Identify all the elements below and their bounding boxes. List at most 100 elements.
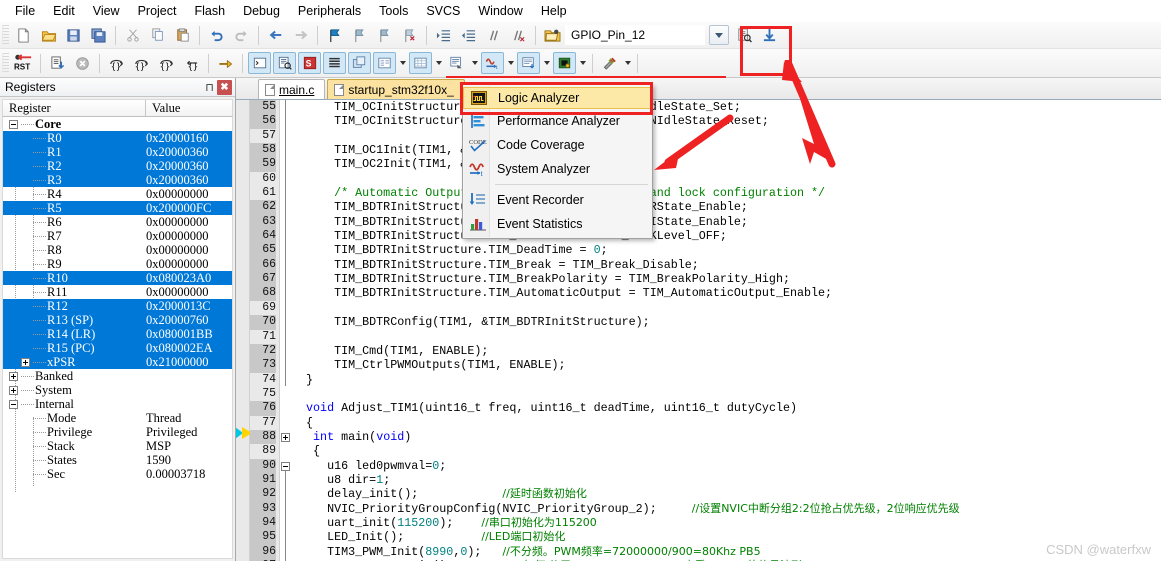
table-row[interactable]: R0 0x20000160	[3, 131, 232, 145]
toolbox-icon[interactable]	[598, 52, 621, 74]
copy-icon[interactable]	[146, 24, 169, 46]
table-row[interactable]: Sec 0.00003718	[3, 467, 232, 481]
table-row[interactable]: R2 0x20000360	[3, 159, 232, 173]
navigate-forward-icon[interactable]	[289, 24, 312, 46]
command-window-icon[interactable]	[248, 52, 271, 74]
table-row[interactable]: R8 0x00000000	[3, 243, 232, 257]
menu-item-peripherals[interactable]: Peripherals	[289, 2, 370, 20]
table-row[interactable]: R4 0x00000000	[3, 187, 232, 201]
column-header-register[interactable]: Register	[3, 100, 146, 116]
bookmark-clear-icon[interactable]	[398, 24, 421, 46]
run-to-cursor-icon[interactable]: {}	[180, 52, 203, 74]
menu-item-edit[interactable]: Edit	[44, 2, 84, 20]
collapse-icon-core[interactable]	[9, 119, 18, 129]
menu-item-tools[interactable]: Tools	[370, 2, 417, 20]
registers-group-banked[interactable]: Banked	[3, 369, 232, 383]
expand-icon-banked[interactable]	[9, 371, 18, 381]
table-row[interactable]: R3 0x20000360	[3, 173, 232, 187]
table-row[interactable]: R6 0x00000000	[3, 215, 232, 229]
menu-item-event-recorder[interactable]: Event Recorder	[463, 188, 652, 212]
table-row[interactable]: R1 0x20000360	[3, 145, 232, 159]
watch-window-dropdown-icon[interactable]	[397, 52, 408, 74]
disassembly-icon[interactable]	[273, 52, 296, 74]
chevron-down-icon[interactable]	[709, 25, 729, 45]
collapse-icon-internal[interactable]	[9, 399, 18, 409]
table-row[interactable]: R9 0x00000000	[3, 257, 232, 271]
menu-item-project[interactable]: Project	[129, 2, 186, 20]
bookmark-gutter[interactable]	[236, 100, 252, 561]
menu-item-event-statistics[interactable]: Event Statistics	[463, 212, 652, 236]
bookmark-toggle-icon[interactable]	[323, 24, 346, 46]
table-row[interactable]: R11 0x00000000	[3, 285, 232, 299]
pin-icon[interactable]: ⊓	[202, 80, 217, 95]
menu-item-svcs[interactable]: SVCS	[417, 2, 469, 20]
expand-icon-xpsr[interactable]	[21, 357, 30, 367]
expand-icon-system[interactable]	[9, 385, 18, 395]
serial-window-dropdown-icon[interactable]	[469, 52, 480, 74]
fold-expand-icon-77[interactable]	[281, 433, 290, 442]
table-row[interactable]: R14 (LR) 0x080001BB	[3, 327, 232, 341]
registers-icon[interactable]	[323, 52, 346, 74]
bookmark-prev-icon[interactable]	[348, 24, 371, 46]
open-project-icon[interactable]	[541, 24, 564, 46]
menu-item-view[interactable]: View	[84, 2, 129, 20]
call-stack-icon[interactable]	[348, 52, 371, 74]
menu-item-window[interactable]: Window	[469, 2, 531, 20]
table-row[interactable]: xPSR 0x21000000	[3, 355, 232, 369]
cut-icon[interactable]	[121, 24, 144, 46]
code-text[interactable]: TIM_OCInitStructure.TIM_OCIdleState = TI…	[292, 100, 1161, 561]
watch-window-icon[interactable]	[373, 52, 396, 74]
serial-window-icon[interactable]	[445, 52, 468, 74]
registers-group-internal[interactable]: Internal	[3, 397, 232, 411]
run-to-main-icon[interactable]	[46, 52, 69, 74]
system-viewer-dropdown-icon[interactable]	[577, 52, 588, 74]
analysis-window-dropdown-icon[interactable]	[505, 52, 516, 74]
toolbar-grip[interactable]	[2, 25, 9, 45]
save-icon[interactable]	[62, 24, 85, 46]
analysis-window-icon[interactable]: t	[481, 52, 504, 74]
symbols-icon[interactable]: S	[298, 52, 321, 74]
trace-window-icon[interactable]	[517, 52, 540, 74]
stop-debug-icon[interactable]	[71, 52, 94, 74]
toolbox-dropdown-icon[interactable]	[622, 52, 633, 74]
fold-collapse-icon-89[interactable]	[281, 462, 290, 471]
trace-window-dropdown-icon[interactable]	[541, 52, 552, 74]
menu-item-debug[interactable]: Debug	[234, 2, 289, 20]
outdent-icon[interactable]	[457, 24, 480, 46]
table-row[interactable]: R15 (PC) 0x080002EA	[3, 341, 232, 355]
undo-icon[interactable]	[205, 24, 228, 46]
table-row[interactable]: R13 (SP) 0x20000760	[3, 313, 232, 327]
reset-cpu-icon[interactable]: RST	[12, 52, 35, 74]
close-icon[interactable]: ✖	[217, 79, 232, 95]
show-next-statement-icon[interactable]	[214, 52, 237, 74]
tab-startup-stm32f10x[interactable]: startup_stm32f10x_	[327, 79, 465, 99]
table-row[interactable]: R5 0x200000FC	[3, 201, 232, 215]
table-row[interactable]: States 1590	[3, 453, 232, 467]
comment-icon[interactable]	[482, 24, 505, 46]
step-out-icon[interactable]: {}	[155, 52, 178, 74]
table-row[interactable]: Stack MSP	[3, 439, 232, 453]
column-header-value[interactable]: Value	[146, 100, 232, 116]
registers-tree[interactable]: Core R0 0x20000160 R1 0x20000360 R2 0x20…	[2, 117, 233, 559]
redo-icon[interactable]	[230, 24, 253, 46]
table-row[interactable]: R12 0x2000013C	[3, 299, 232, 313]
open-folder-icon[interactable]	[37, 24, 60, 46]
new-file-icon[interactable]	[12, 24, 35, 46]
table-row[interactable]: Privilege Privileged	[3, 425, 232, 439]
indent-icon[interactable]	[432, 24, 455, 46]
step-over-icon[interactable]: {}	[130, 52, 153, 74]
table-row[interactable]: Mode Thread	[3, 411, 232, 425]
menu-item-help[interactable]: Help	[532, 2, 576, 20]
menu-item-system-analyzer[interactable]: t System Analyzer	[463, 157, 652, 181]
project-target-combo[interactable]: GPIO_Pin_12	[565, 25, 705, 45]
memory-window-dropdown-icon[interactable]	[433, 52, 444, 74]
table-row[interactable]: R10 0x080023A0	[3, 271, 232, 285]
step-into-icon[interactable]: {}	[105, 52, 128, 74]
bookmark-next-icon[interactable]	[373, 24, 396, 46]
menu-item-code-coverage[interactable]: CODE Code Coverage	[463, 133, 652, 157]
navigate-back-icon[interactable]	[264, 24, 287, 46]
registers-group-system[interactable]: System	[3, 383, 232, 397]
paste-icon[interactable]	[171, 24, 194, 46]
system-viewer-icon[interactable]	[553, 52, 576, 74]
save-all-icon[interactable]	[87, 24, 110, 46]
